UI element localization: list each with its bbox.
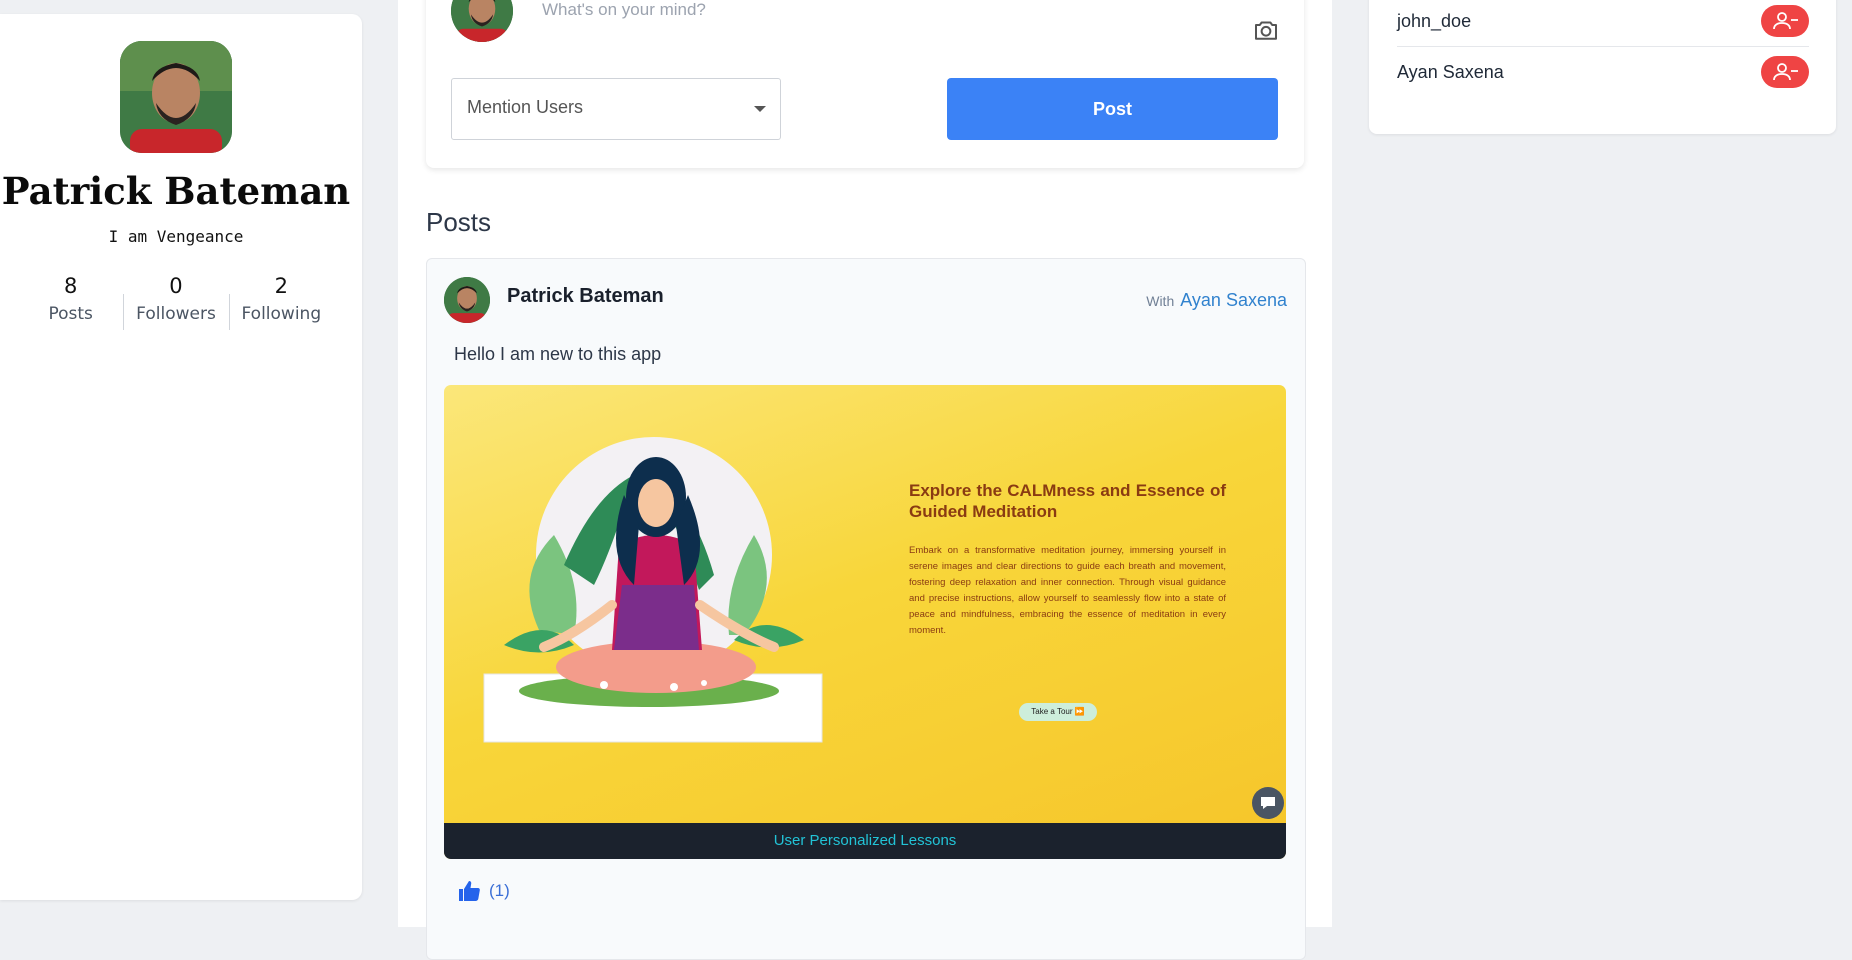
image-caption: User Personalized Lessons — [444, 823, 1286, 859]
unfollow-button[interactable] — [1761, 5, 1809, 37]
stat-value: 0 — [169, 274, 183, 298]
stat-label: Followers — [136, 304, 216, 324]
like-count: (1) — [489, 881, 510, 900]
composer-avatar — [451, 0, 513, 42]
post-composer: What's on your mind? Mention Users Post — [426, 0, 1304, 168]
stat-value: 2 — [274, 274, 288, 298]
take-a-tour-button[interactable]: Take a Tour ⏩ — [1019, 703, 1097, 721]
profile-avatar[interactable] — [120, 41, 232, 153]
stat-label: Following — [241, 304, 322, 324]
following-user-name[interactable]: john_doe — [1397, 11, 1471, 32]
stat-label: Posts — [48, 304, 93, 324]
stat-value: 8 — [63, 274, 78, 298]
following-user-name[interactable]: Ayan Saxena — [1397, 62, 1504, 83]
post-mentions: With Ayan Saxena — [1146, 290, 1287, 311]
posts-heading: Posts — [426, 207, 492, 237]
avatar-image — [444, 277, 490, 323]
post-image: Explore the CALMness and Essence of Guid… — [444, 385, 1286, 859]
composer-input[interactable]: What's on your mind? — [542, 0, 706, 20]
thumbs-up-icon — [459, 881, 480, 901]
user-minus-icon — [1773, 63, 1798, 81]
unfollow-button[interactable] — [1761, 56, 1809, 88]
post-button[interactable]: Post — [947, 78, 1278, 140]
mention-users-label: Mention Users — [467, 97, 584, 117]
image-body-text: Embark on a transformative meditation jo… — [909, 545, 1226, 636]
post-text: Hello I am new to this app — [454, 344, 662, 364]
post-card: Patrick Bateman With Ayan Saxena Hello I … — [426, 258, 1306, 960]
profile-name: Patrick Bateman — [1, 169, 351, 213]
post-author-name[interactable]: Patrick Bateman — [507, 285, 664, 308]
mention-users-select[interactable]: Mention Users — [451, 78, 781, 140]
stat-posts[interactable]: 8 Posts — [18, 274, 123, 324]
following-item: Ayan Saxena — [1397, 47, 1809, 97]
profile-stats: 8 Posts 0 Followers 2 Following — [18, 274, 334, 330]
mentioned-user-link[interactable]: Ayan Saxena — [1180, 290, 1287, 310]
camera-icon[interactable] — [1251, 15, 1281, 45]
profile-bio: I am Vengeance — [108, 227, 244, 246]
like-button[interactable]: (1) — [457, 879, 510, 903]
image-title: Explore the CALMness and Essence of Guid… — [909, 481, 1226, 521]
chat-icon[interactable] — [1252, 787, 1284, 819]
user-minus-icon — [1773, 12, 1798, 30]
post-author-avatar[interactable] — [444, 277, 490, 323]
avatar-image — [120, 41, 232, 153]
following-item: john_doe — [1397, 0, 1809, 47]
profile-card: Patrick Bateman I am Vengeance 8 Posts 0… — [0, 14, 362, 900]
with-label: With — [1146, 293, 1175, 309]
avatar-image — [451, 0, 513, 42]
stat-followers[interactable]: 0 Followers — [123, 274, 228, 330]
feed-column: What's on your mind? Mention Users Post … — [398, 0, 1332, 960]
chevron-down-icon — [754, 106, 766, 112]
stat-following[interactable]: 2 Following — [228, 274, 334, 330]
following-list-card: john_doe Ayan Saxena — [1369, 0, 1836, 134]
